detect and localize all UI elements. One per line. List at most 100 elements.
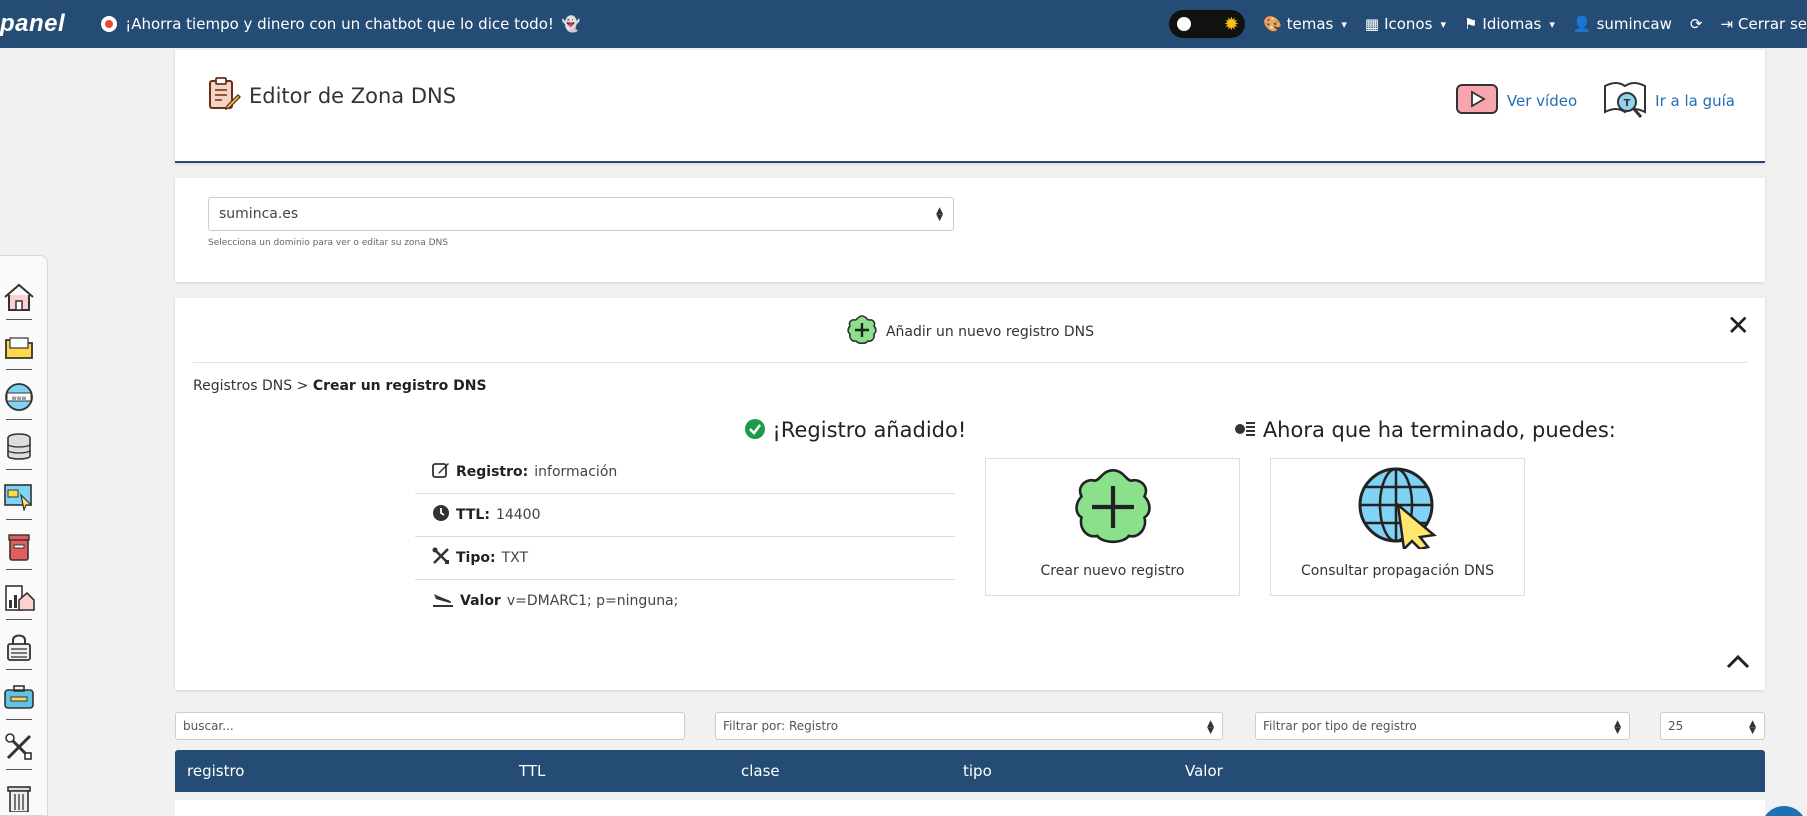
column-header-ttl[interactable]: TTL <box>519 762 545 780</box>
column-header-tipo[interactable]: tipo <box>963 762 992 780</box>
column-header-clase[interactable]: clase <box>741 762 780 780</box>
column-header-valor[interactable]: Valor <box>1185 762 1223 780</box>
detail-label: TTL: <box>456 506 490 523</box>
icons-dropdown[interactable]: ▦ Iconos <box>1365 15 1446 33</box>
next-steps-title-text: Ahora que ha terminado, puedes: <box>1262 418 1616 442</box>
toolbox-icon[interactable] <box>2 680 36 714</box>
web-cursor-icon[interactable] <box>2 480 36 514</box>
logout-button[interactable]: ⇥ Cerrar se <box>1720 15 1807 33</box>
detail-label: Valor <box>460 592 501 609</box>
check-circle-icon <box>744 418 773 442</box>
themes-dropdown[interactable]: 🎨 temas <box>1263 15 1347 33</box>
sidebar-divider <box>6 319 32 320</box>
user-label: sumincaw <box>1596 15 1672 33</box>
list-icon <box>1234 418 1263 442</box>
sidebar-divider <box>6 569 32 570</box>
updown-arrows-icon: ▲ ▼ <box>1614 719 1621 736</box>
detail-row-ttl: TTL: 14400 <box>415 493 955 536</box>
sidebar-divider <box>6 369 32 370</box>
www-globe-icon[interactable]: www <box>2 380 36 414</box>
tools-cross-icon[interactable] <box>2 730 36 764</box>
sidebar-divider <box>6 769 32 770</box>
logout-label: Cerrar se <box>1738 15 1807 33</box>
column-header-registro[interactable]: registro <box>187 762 244 780</box>
promo-banner[interactable]: ¡Ahorra tiempo y dinero con un chatbot q… <box>101 15 581 33</box>
languages-dropdown[interactable]: ⚑ Idiomas <box>1464 15 1555 33</box>
ghost-icon: 👻 <box>561 15 581 33</box>
icons-grid-icon: ▦ <box>1364 15 1380 33</box>
breadcrumb-root[interactable]: Registros DNS <box>193 378 292 394</box>
theme-toggle[interactable]: ✹ <box>1168 10 1245 38</box>
domain-select-value: suminca.es <box>219 206 299 222</box>
create-new-record-label: Crear nuevo registro <box>1040 563 1185 579</box>
filter-type-value: Filtrar por tipo de registro <box>1263 719 1417 733</box>
play-video-icon <box>1455 83 1499 119</box>
domain-select-panel: suminca.es ▲ ▼ Selecciona un dominio para… <box>175 178 1765 282</box>
updown-arrows-icon: ▲ ▼ <box>1207 719 1214 736</box>
guide-link[interactable]: T Ir a la guía <box>1603 78 1735 124</box>
filter-type-select[interactable]: Filtrar por tipo de registro ▲ ▼ <box>1255 712 1630 740</box>
help-links: Ver vídeo T Ir a la guía <box>1455 78 1735 124</box>
search-input[interactable]: buscar... <box>175 712 685 740</box>
breadcrumb-separator: > <box>296 378 309 394</box>
detail-value: v=DMARC1; p=ninguna; <box>506 592 679 609</box>
sidebar-divider <box>6 419 32 420</box>
logo[interactable]: panel <box>0 10 65 38</box>
refresh-icon: ⟳ <box>1689 15 1703 33</box>
filter-by-value: Filtrar por: Registro <box>723 719 839 733</box>
sidebar-divider <box>6 669 32 670</box>
icons-label: Iconos <box>1384 15 1433 33</box>
detail-row-registro: Registro: información <box>415 450 955 493</box>
left-sidebar: www <box>0 255 48 816</box>
video-link[interactable]: Ver vídeo <box>1455 83 1577 119</box>
video-link-text[interactable]: Ver vídeo <box>1507 92 1577 110</box>
table-body <box>175 800 1765 816</box>
home-icon[interactable] <box>2 280 36 314</box>
folder-icon[interactable] <box>2 330 36 364</box>
create-new-record-card[interactable]: Crear nuevo registro <box>985 458 1240 596</box>
flag-icon: ⚑ <box>1463 15 1478 33</box>
breadcrumb-current: Crear un registro DNS <box>312 378 487 394</box>
sidebar-divider <box>6 519 32 520</box>
toggle-knob <box>1176 17 1191 31</box>
palette-icon: 🎨 <box>1262 15 1282 33</box>
book-search-icon: T <box>1603 78 1647 124</box>
mailbox-icon[interactable] <box>2 530 36 564</box>
sun-icon: ✹ <box>1223 14 1239 35</box>
promo-text[interactable]: ¡Ahorra tiempo y dinero con un chatbot q… <box>125 15 554 33</box>
sidebar-divider <box>6 619 32 620</box>
page-size-select[interactable]: 25 ▲ ▼ <box>1660 712 1765 740</box>
clock-icon <box>432 504 450 526</box>
detail-label: Registro: <box>456 463 529 480</box>
stats-house-icon[interactable] <box>2 580 36 614</box>
svg-text:www: www <box>12 395 27 402</box>
themes-label: temas <box>1286 15 1334 33</box>
panel-divider <box>193 362 1747 363</box>
chat-bubble-button[interactable] <box>1761 806 1807 816</box>
globe-cursor-icon <box>1356 465 1440 553</box>
check-dns-propagation-card[interactable]: Consultar propagación DNS <box>1270 458 1525 596</box>
domain-select[interactable]: suminca.es ▲ ▼ <box>208 197 954 231</box>
breadcrumb: Registros DNS > Crear un registro DNS <box>193 378 487 394</box>
database-icon[interactable] <box>2 430 36 464</box>
add-record-header[interactable]: Añadir un nuevo registro DNS <box>175 314 1765 350</box>
sidebar-divider <box>6 719 32 720</box>
guide-link-text[interactable]: Ir a la guía <box>1655 92 1735 110</box>
success-title-text: ¡Registro añadido! <box>772 418 967 442</box>
detail-label: Tipo: <box>456 549 496 566</box>
refresh-button[interactable]: ⟳ <box>1690 15 1703 33</box>
add-record-panel: Añadir un nuevo registro DNS ✕ Registros… <box>175 298 1765 690</box>
page-size-value: 25 <box>1668 719 1684 733</box>
next-steps-title: Ahora que ha terminado, puedes: <box>1150 418 1700 442</box>
trash-icon[interactable] <box>2 780 36 814</box>
filter-by-select[interactable]: Filtrar por: Registro ▲ ▼ <box>715 712 1223 740</box>
collapse-chevron-icon[interactable] <box>1725 654 1751 674</box>
user-menu[interactable]: 👤 sumincaw <box>1573 15 1672 33</box>
security-lock-icon[interactable] <box>2 630 36 664</box>
updown-arrows-icon: ▲ ▼ <box>1749 719 1756 736</box>
edit-icon <box>432 461 450 483</box>
close-button[interactable]: ✕ <box>1727 312 1750 340</box>
plane-landing-icon <box>432 590 454 612</box>
svg-text:T: T <box>1624 98 1631 109</box>
search-input-placeholder: buscar... <box>183 719 234 733</box>
